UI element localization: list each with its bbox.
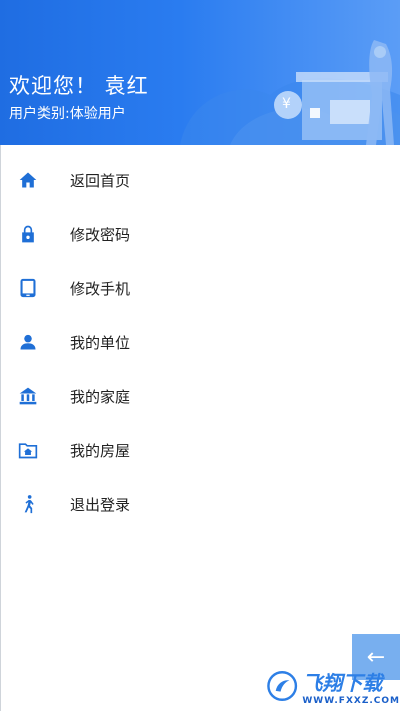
menu-item-label: 退出登录 bbox=[70, 495, 131, 514]
menu-item-home[interactable]: 返回首页 bbox=[0, 153, 400, 207]
watermark-url: WWW.FXXZ.COM bbox=[302, 695, 400, 706]
lock-icon bbox=[18, 223, 38, 245]
watermark-brand: 飞翔下载 bbox=[302, 670, 383, 695]
menu-item-label: 修改手机 bbox=[70, 279, 131, 298]
currency-symbol: ¥ bbox=[282, 96, 291, 112]
user-type-text: 用户类别:体验用户 bbox=[9, 106, 126, 122]
runner-icon bbox=[18, 493, 38, 515]
home-icon bbox=[18, 169, 38, 191]
menu-item-logout[interactable]: 退出登录 bbox=[0, 477, 400, 531]
menu-item-my-organization[interactable]: 我的单位 bbox=[0, 315, 400, 369]
menu-item-label: 我的单位 bbox=[70, 333, 131, 352]
watermark-logo-icon bbox=[267, 671, 298, 701]
menu-item-change-phone[interactable]: 修改手机 bbox=[0, 261, 400, 315]
menu-item-label: 我的房屋 bbox=[70, 441, 131, 460]
menu-item-my-family[interactable]: 我的家庭 bbox=[0, 369, 400, 423]
bank-icon bbox=[18, 385, 38, 407]
menu-item-label: 返回首页 bbox=[70, 171, 131, 190]
person-icon bbox=[18, 331, 38, 353]
phone-icon bbox=[18, 277, 38, 299]
menu-item-my-house[interactable]: 我的房屋 bbox=[0, 423, 400, 477]
drawer-header: ¥ 欢迎您！ 袁红 用户类别:体验用户 bbox=[0, 0, 400, 145]
watermark: 飞翔下载 WWW.FXXZ.COM bbox=[266, 661, 400, 711]
welcome-text: 欢迎您！ 袁红 bbox=[9, 74, 149, 98]
menu-item-label: 我的家庭 bbox=[70, 387, 131, 406]
menu-item-change-password[interactable]: 修改密码 bbox=[0, 207, 400, 261]
menu-item-label: 修改密码 bbox=[70, 225, 131, 244]
drawer-menu: 返回首页 修改密码 修改手机 我的单位 我的家庭 我的房屋 退出登录 bbox=[0, 153, 400, 531]
house-folder-icon bbox=[18, 439, 38, 461]
